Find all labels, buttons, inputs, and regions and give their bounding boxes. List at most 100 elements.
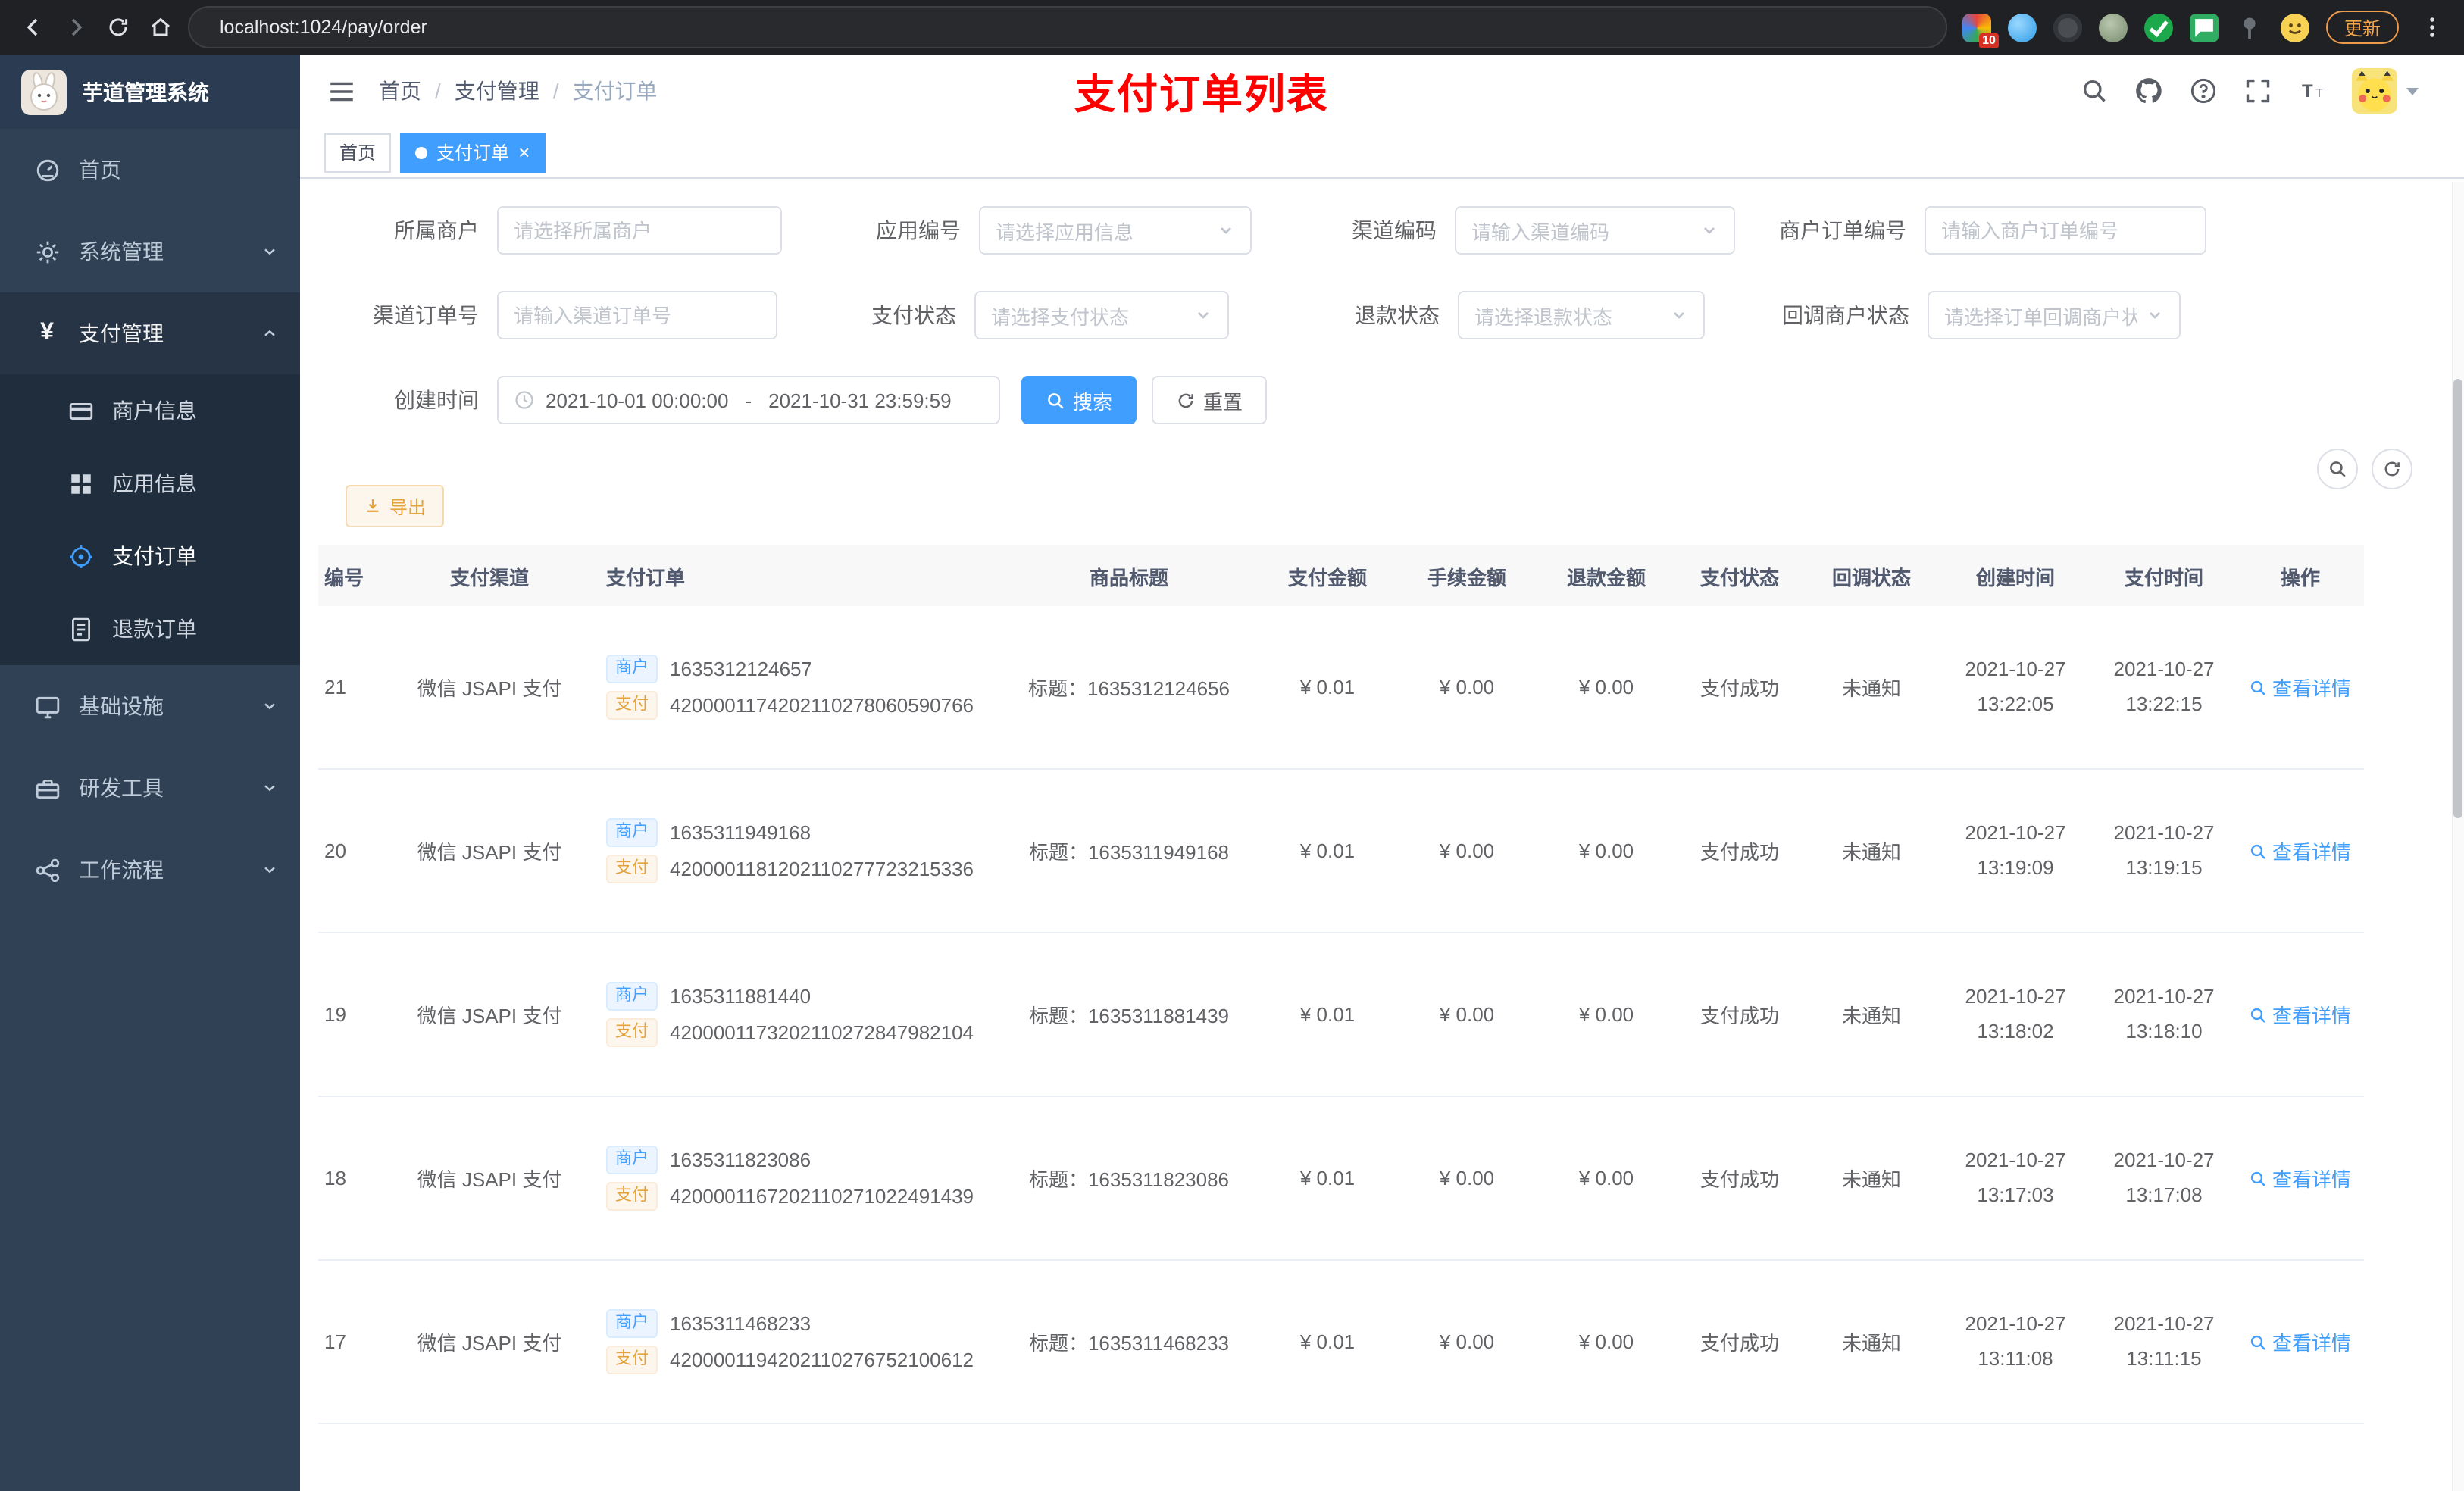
user-menu[interactable]: [2352, 68, 2419, 114]
sidebar-item-merchant-info[interactable]: 商户信息: [0, 374, 300, 447]
forward-icon[interactable]: [55, 6, 97, 48]
cell-amount: ¥ 0.01: [1299, 1003, 1356, 1026]
browser-update-button[interactable]: 更新: [2325, 11, 2399, 44]
extension-colorful-icon[interactable]: 10: [1962, 13, 1999, 48]
filter-label-channel-code: 渠道编码: [1352, 218, 1437, 242]
extension-check-icon[interactable]: [2143, 13, 2173, 42]
cell-title: 标题：1635311468233: [1028, 1332, 1230, 1355]
cell-action: 查看详情: [2237, 1327, 2364, 1356]
channel-order-no-input[interactable]: [497, 291, 777, 339]
cell-channel: 微信 JSAPI 支付: [417, 1005, 562, 1027]
extension-blue-icon[interactable]: [2007, 13, 2037, 42]
dashboard-icon: [33, 156, 61, 183]
back-icon[interactable]: [12, 6, 55, 48]
view-detail-link[interactable]: 查看详情: [2250, 673, 2351, 702]
sidebar-item-label: 基础设施: [79, 694, 164, 718]
breadcrumb-section[interactable]: 支付管理: [455, 76, 539, 106]
cell-amount: ¥ 0.01: [1299, 1167, 1356, 1189]
cell-refund: ¥ 0.00: [1578, 839, 1634, 862]
cell-status: 支付成功: [1699, 677, 1779, 700]
merchant-order-no-input[interactable]: [1925, 206, 2206, 255]
app-logo[interactable]: 芋道管理系统: [0, 55, 300, 129]
view-detail-link[interactable]: 查看详情: [2250, 1000, 2351, 1029]
scrollbar-track[interactable]: [2452, 182, 2464, 1491]
cell-refund: ¥ 0.00: [1578, 676, 1634, 699]
pay-tag: 支付: [606, 1018, 658, 1047]
pay-status-select[interactable]: 请选择支付状态: [974, 291, 1229, 339]
chevron-down-icon: [261, 779, 279, 797]
sidebar-item-infra[interactable]: 基础设施: [0, 665, 300, 747]
sidebar-item-app-info[interactable]: 应用信息: [0, 447, 300, 520]
filter-label-owner-merchant: 所属商户: [394, 218, 479, 242]
home-icon[interactable]: [139, 6, 182, 48]
address-bar[interactable]: localhost:1024/pay/order: [188, 6, 1947, 48]
cell-amount: ¥ 0.01: [1299, 1330, 1356, 1353]
tab-pay-order[interactable]: 支付订单 ×: [400, 133, 546, 172]
view-detail-link[interactable]: 查看详情: [2250, 1327, 2351, 1356]
cell-notify: 未通知: [1841, 1332, 1901, 1355]
col-pay-time: 支付时间: [2124, 566, 2203, 589]
pay-tag: 支付: [606, 1182, 658, 1211]
search-icon[interactable]: [2079, 76, 2109, 106]
cell-channel: 微信 JSAPI 支付: [417, 1332, 562, 1355]
tab-home[interactable]: 首页: [324, 133, 392, 172]
help-icon[interactable]: [2188, 76, 2219, 106]
col-id: 编号: [324, 566, 364, 589]
refresh-table-button[interactable]: [2372, 449, 2412, 489]
sidebar-item-refund-order[interactable]: 退款订单: [0, 592, 300, 665]
col-fee: 手续金额: [1427, 566, 1506, 589]
extension-olive-icon[interactable]: [2098, 13, 2128, 42]
view-detail-link[interactable]: 查看详情: [2250, 1164, 2351, 1192]
chevron-up-icon: [261, 324, 279, 342]
cell-refund: ¥ 0.00: [1578, 1003, 1634, 1026]
extension-dark-icon[interactable]: [2053, 13, 2082, 42]
topbar-icons: TT: [2079, 68, 2419, 114]
pay-order-table: 编号 支付渠道 支付订单 商品标题 支付金额 手续金额 退款金额 支付状态 回调…: [318, 545, 2364, 1491]
merchant-tag: 商户: [606, 982, 658, 1011]
sidebar-item-system[interactable]: 系统管理: [0, 211, 300, 292]
cell-id: 21: [324, 676, 346, 699]
github-icon[interactable]: [2134, 76, 2164, 106]
export-button[interactable]: 导出: [346, 485, 445, 527]
tags-bar: 首页 支付订单 ×: [300, 127, 2464, 179]
refund-status-select[interactable]: 请选择退款状态: [1458, 291, 1705, 339]
scrollbar-thumb[interactable]: [2453, 379, 2462, 818]
kebab-menu-icon[interactable]: [2416, 6, 2449, 48]
pay-tag: 支付: [606, 855, 658, 883]
extension-badge: 10: [1979, 33, 1999, 48]
document-icon: [67, 615, 94, 642]
sidebar-toggle-icon[interactable]: [324, 74, 358, 108]
reset-button[interactable]: 重置: [1152, 376, 1268, 424]
cell-order: 商户163531145786: [600, 1484, 1000, 1491]
sidebar-item-home[interactable]: 首页: [0, 129, 300, 211]
extension-face-icon[interactable]: [2280, 13, 2309, 42]
sidebar-item-label: 退款订单: [112, 617, 197, 641]
toggle-search-button[interactable]: [2317, 449, 2358, 489]
view-detail-link[interactable]: 查看详情: [2250, 836, 2351, 865]
callback-status-select[interactable]: 请选择订单回调商户状态: [1928, 291, 2181, 339]
sidebar-item-workflow[interactable]: 工作流程: [0, 829, 300, 911]
sidebar-item-pay-order[interactable]: 支付订单: [0, 520, 300, 592]
extension-pin-icon[interactable]: [2235, 13, 2264, 42]
merchant-tag: 商户: [606, 655, 658, 683]
merchant-tag: 商户: [606, 1309, 658, 1338]
search-button[interactable]: 搜索: [1021, 376, 1137, 424]
cell-fee: ¥ 0.00: [1439, 1330, 1495, 1353]
sidebar-item-label: 首页: [79, 158, 121, 182]
table-row: 17 微信 JSAPI 支付 商户 1635311468233 支付 4200001…: [318, 1261, 2364, 1424]
owner-merchant-input[interactable]: [497, 206, 782, 255]
refresh-icon[interactable]: [97, 6, 139, 48]
sidebar-item-dev-tools[interactable]: 研发工具: [0, 747, 300, 829]
cell-fee: ¥ 0.00: [1439, 1003, 1495, 1026]
font-size-icon[interactable]: TT: [2297, 76, 2328, 106]
extension-chat-icon[interactable]: [2189, 13, 2219, 42]
fullscreen-icon[interactable]: [2243, 76, 2273, 106]
cell-notify: 未通知: [1841, 677, 1901, 700]
channel-code-select[interactable]: 请输入渠道编码: [1455, 206, 1735, 255]
close-icon[interactable]: ×: [518, 142, 530, 162]
monitor-icon: [33, 692, 61, 720]
app-no-select[interactable]: 请选择应用信息: [979, 206, 1252, 255]
sidebar-item-payment[interactable]: ¥ 支付管理: [0, 292, 300, 374]
create-time-range-picker[interactable]: 2021-10-01 00:00:00 - 2021-10-31 23:59:5…: [497, 376, 1000, 424]
breadcrumb-home[interactable]: 首页: [379, 76, 421, 106]
